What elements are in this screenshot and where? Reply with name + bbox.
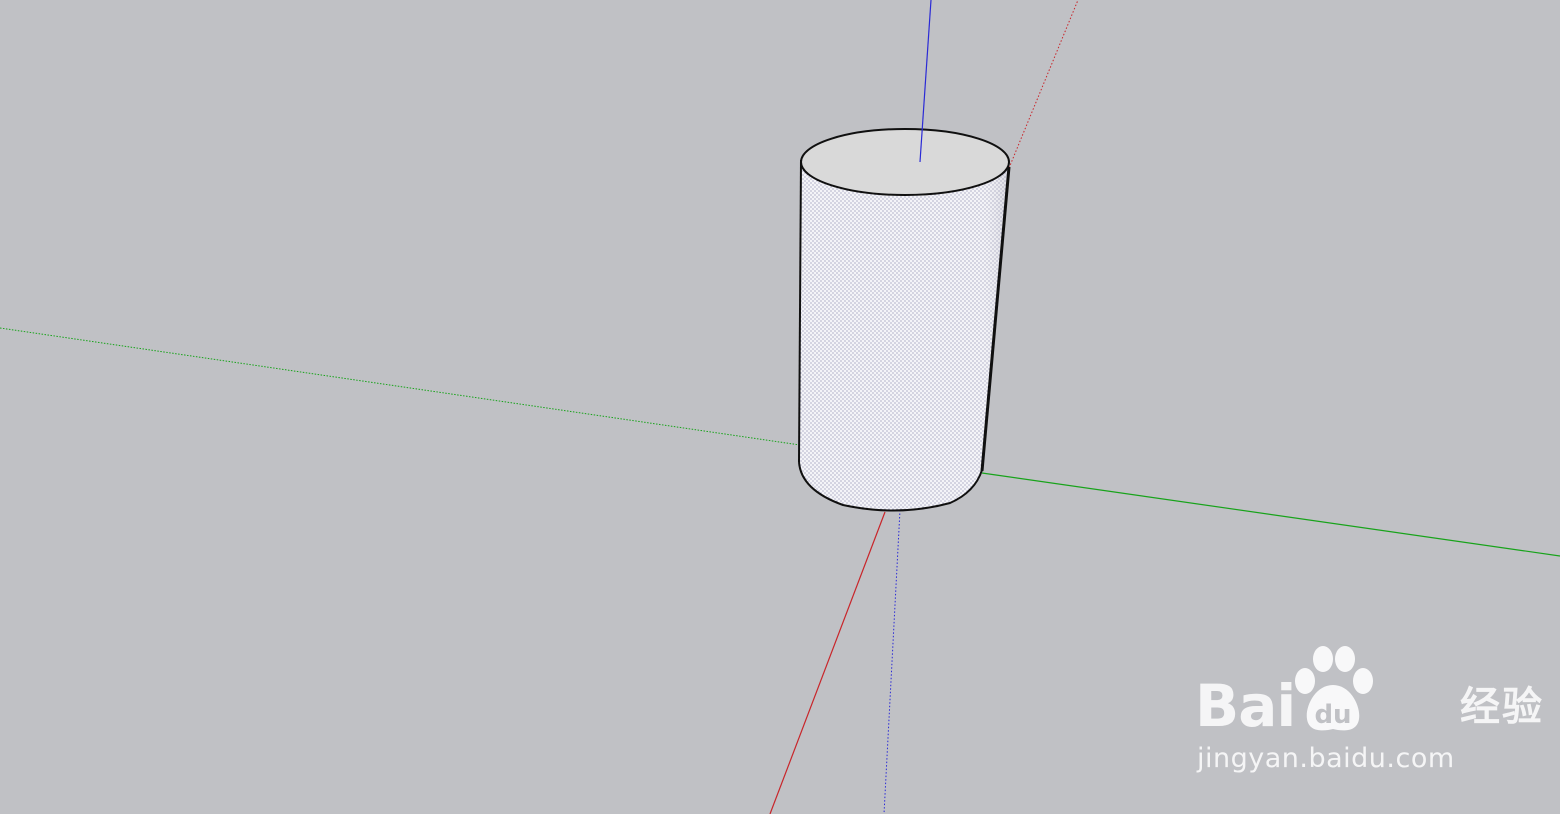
- blue-axis-negative: [883, 509, 901, 814]
- red-axis-positive: [769, 511, 886, 814]
- green-axis-negative: [0, 327, 801, 446]
- green-axis-positive: [981, 472, 1560, 557]
- cylinder-top-face[interactable]: [800, 128, 1010, 196]
- red-axis-negative: [1008, 0, 1079, 169]
- scene-canvas[interactable]: [0, 0, 1560, 814]
- cylinder-side-shading: [799, 158, 1009, 511]
- modeling-viewport[interactable]: du Baidu经验 jingyan.baidu.com: [0, 0, 1560, 814]
